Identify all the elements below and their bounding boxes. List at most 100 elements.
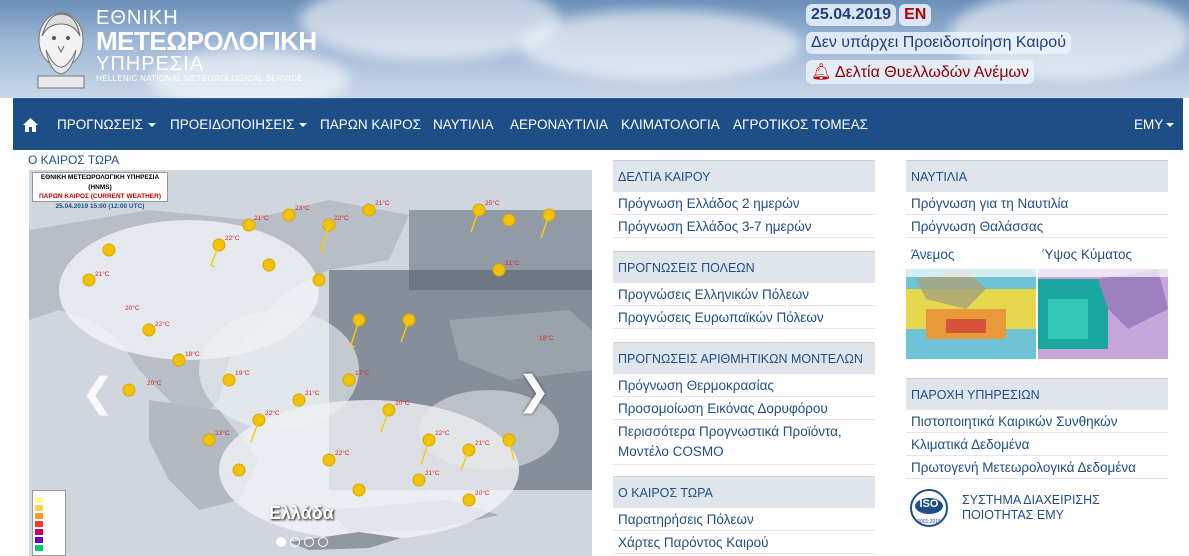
caret-down-icon xyxy=(1166,123,1175,128)
link-city-observations[interactable]: Παρατηρήσεις Πόλεων xyxy=(613,508,875,531)
svg-text:20°C: 20°C xyxy=(475,489,490,497)
quality-system-link[interactable]: ISO 9001:2015 ΣΥΣΤΗΜΑ ΔΙΑΧΕΙΡΙΣΗΣ ΠΟΙΟΤΗ… xyxy=(906,489,1168,533)
svg-text:21°C: 21°C xyxy=(95,270,110,278)
nav-emy-label: ΕΜΥ xyxy=(1134,117,1164,132)
map-banner-line1: ΕΘΝΙΚΗ ΜΕΤΕΩΡΟΛΟΓΙΚΗ ΥΠΗΡΕΣΙΑ (HNMS) xyxy=(40,174,160,191)
link-weather-certificates[interactable]: Πιστοποιητικά Καιρικών Συνθηκών xyxy=(906,410,1168,433)
panel-title: ΝΑΥΤΙΛΙΑ xyxy=(906,160,1168,192)
carousel-prev-button[interactable]: ❮ xyxy=(81,370,115,416)
home-button[interactable] xyxy=(23,99,38,151)
language-switch-link[interactable]: EN xyxy=(899,4,932,26)
weather-warning-link[interactable]: Δεν υπάρχει Προειδοποίηση Καιρού xyxy=(806,32,1071,54)
nav-emy-menu[interactable]: ΕΜΥ xyxy=(1134,99,1175,151)
nav-navigation[interactable]: ΝΑΥΤΙΛΙΑ xyxy=(433,99,494,151)
logo-line2: ΜΕΤΕΩΡΟΛΟΓΙΚΗ xyxy=(96,26,317,56)
link-temperature-forecast[interactable]: Πρόγνωση Θερμοκρασίας xyxy=(613,374,875,397)
iso-badge-sub: 9001:2015 xyxy=(917,519,941,525)
link-greek-cities[interactable]: Προγνώσεις Ελληνικών Πόλεων xyxy=(613,283,875,306)
wave-map-thumbnail[interactable] xyxy=(1038,269,1168,359)
sea-maps-grid: Άνεμος Ύψος Κύματος xyxy=(906,247,1168,359)
svg-text:22°C: 22°C xyxy=(435,429,450,437)
gale-bulletin-link[interactable]: 🔔︎ Δελτία Θυελλωδών Ανέμων xyxy=(806,60,1035,84)
quality-line1: ΣΥΣΤΗΜΑ ΔΙΑΧΕΙΡΙΣΗΣ xyxy=(962,493,1100,507)
iso-badge-icon: ISO 9001:2015 xyxy=(908,489,950,529)
svg-text:25°C: 25°C xyxy=(485,199,500,207)
carousel-indicators xyxy=(276,537,328,547)
header-info: 25.04.2019 EN Δεν υπάρχει Προειδοποίηση Κ… xyxy=(806,4,1071,84)
panel-title: ΠΑΡΟΧΗ ΥΠΗΡΕΣΙΩΝ xyxy=(906,378,1168,410)
link-cosmo-products[interactable]: Περισσότερα Προγνωστικά Προϊόντα, Μοντέλ… xyxy=(613,420,875,465)
svg-text:21°C: 21°C xyxy=(505,259,520,267)
nav-forecasts-label: ΠΡΟΓΝΩΣΕΙΣ xyxy=(57,117,143,132)
link-raw-met-data[interactable]: Πρωτογενή Μετεωρολογικά Δεδομένα xyxy=(906,456,1168,479)
svg-text:19°C: 19°C xyxy=(235,369,250,377)
carousel-dot-3[interactable] xyxy=(304,537,314,547)
site-logo-text[interactable]: ΕΘΝΙΚΗ ΜΕΤΕΩΡΟΛΟΓΙΚΗ ΥΠΗΡΕΣΙΑ HELLENIC N… xyxy=(96,8,317,84)
link-greece-3-7day[interactable]: Πρόγνωση Ελλάδος 3-7 ημερών xyxy=(613,215,875,238)
quality-system-text: ΣΥΣΤΗΜΑ ΔΙΑΧΕΙΡΙΣΗΣ ΠΟΙΟΤΗΤΑΣ ΕΜΥ xyxy=(962,493,1100,523)
link-satellite-simulation[interactable]: Προσομοίωση Εικόνας Δορυφόρου xyxy=(613,397,875,420)
home-icon xyxy=(23,118,38,133)
navigation-panel: ΝΑΥΤΙΛΙΑ Πρόγνωση για τη Ναυτιλία Πρόγνω… xyxy=(906,160,1168,359)
carousel-caption: Ελλάδα xyxy=(269,503,334,523)
services-panel: ΠΑΡΟΧΗ ΥΠΗΡΕΣΙΩΝ Πιστοποιητικά Καιρικών … xyxy=(906,378,1168,479)
carousel-dot-4[interactable] xyxy=(318,537,328,547)
wind-label: Άνεμος xyxy=(911,247,955,262)
map-banner-line2: ΠΑΡΩΝ ΚΑΙΡΟΣ (CURRENT WEATHER) xyxy=(38,193,161,200)
carousel-dot-1[interactable] xyxy=(276,537,286,547)
site-header: ΕΘΝΙΚΗ ΜΕΤΕΩΡΟΛΟΓΙΚΗ ΥΠΗΡΕΣΙΑ HELLENIC N… xyxy=(0,0,1189,98)
link-shipping-forecast[interactable]: Πρόγνωση για τη Ναυτιλία xyxy=(906,192,1168,215)
link-sea-forecast[interactable]: Πρόγνωση Θαλάσσας xyxy=(906,215,1168,238)
svg-text:22°C: 22°C xyxy=(265,409,280,417)
svg-text:17°C: 17°C xyxy=(355,369,370,377)
main-navbar: ΠΡΟΓΝΩΣΕΙΣ ΠΡΟΕΙΔΟΠΟΙΗΣΕΙΣ ΠΑΡΩΝ ΚΑΙΡΟΣ … xyxy=(13,98,1183,150)
svg-text:20°C: 20°C xyxy=(125,304,140,312)
svg-text:22°C: 22°C xyxy=(225,234,240,242)
gale-bulletin-label: Δελτία Θυελλωδών Ανέμων xyxy=(834,64,1030,81)
svg-text:20°C: 20°C xyxy=(395,399,410,407)
link-current-weather-maps[interactable]: Χάρτες Παρόντος Καιρού xyxy=(613,531,875,554)
logo-line3: ΥΠΗΡΕΣΙΑ xyxy=(96,53,205,75)
wind-map-thumbnail[interactable] xyxy=(906,269,1036,359)
svg-text:21°C: 21°C xyxy=(475,439,490,447)
panel-title: ΠΡΟΓΝΩΣΕΙΣ ΠΟΛΕΩΝ xyxy=(613,251,875,283)
nav-climatology[interactable]: ΚΛΙΜΑΤΟΛΟΓΙΑ xyxy=(621,99,720,151)
weather-map-image: 22°C 21°C 23°C 22°C 21°C 25°C 20°C 22°C 18°C 19… xyxy=(29,170,592,556)
logo-line4: HELLENIC NATIONAL METEOROLOGICAL SERVICE xyxy=(96,74,303,83)
carousel-dot-2[interactable] xyxy=(290,537,300,547)
svg-text:23°C: 23°C xyxy=(215,429,230,437)
svg-text:22°C: 22°C xyxy=(335,449,350,457)
nav-agriculture[interactable]: ΑΓΡΟΤΙΚΟΣ ΤΟΜΕΑΣ xyxy=(733,99,868,151)
svg-text:22°C: 22°C xyxy=(155,320,170,328)
svg-text:20°C: 20°C xyxy=(147,379,162,387)
city-forecasts-panel: ΠΡΟΓΝΩΣΕΙΣ ΠΟΛΕΩΝ Προγνώσεις Ελληνικών Π… xyxy=(613,251,875,329)
svg-text:21°C: 21°C xyxy=(254,214,269,222)
current-date: 25.04.2019 xyxy=(806,4,897,26)
svg-text:21°C: 21°C xyxy=(375,199,390,207)
svg-text:22°C: 22°C xyxy=(334,214,349,222)
weather-bulletins-panel: ΔΕΛΤΙΑ ΚΑΙΡΟΥ Πρόγνωση Ελλάδος 2 ημερών … xyxy=(613,160,875,238)
nav-forecasts[interactable]: ΠΡΟΓΝΩΣΕΙΣ xyxy=(57,99,156,151)
svg-text:18°C: 18°C xyxy=(185,350,200,358)
nav-current-weather[interactable]: ΠΑΡΩΝ ΚΑΙΡΟΣ xyxy=(320,99,421,151)
aristotle-bust-logo[interactable] xyxy=(28,6,94,90)
link-climate-data[interactable]: Κλιματικά Δεδομένα xyxy=(906,433,1168,456)
link-european-cities[interactable]: Προγνώσεις Ευρωπαϊκών Πόλεων xyxy=(613,306,875,329)
weather-now-title: Ο ΚΑΙΡΟΣ ΤΩΡΑ xyxy=(28,153,120,167)
panel-title: ΔΕΛΤΙΑ ΚΑΙΡΟΥ xyxy=(613,160,875,192)
panel-title: Ο ΚΑΙΡΟΣ ΤΩΡΑ xyxy=(613,476,875,508)
iso-badge-text: ISO xyxy=(919,498,939,510)
legend-swatches xyxy=(35,497,43,551)
bell-icon: 🔔︎ xyxy=(811,64,832,81)
carousel-next-button[interactable]: ❯ xyxy=(517,368,551,414)
quality-line2: ΠΟΙΟΤΗΤΑΣ ΕΜΥ xyxy=(962,508,1064,522)
caret-down-icon xyxy=(147,123,156,128)
svg-text:18°C: 18°C xyxy=(539,334,554,342)
nav-aeronautics[interactable]: ΑΕΡΟΝΑΥΤΙΛΙΑ xyxy=(510,99,608,151)
map-banner-line3: 25.04.2019 15:00 (12:00 UTC) xyxy=(55,202,145,210)
nav-warnings-label: ΠΡΟΕΙΔΟΠΟΙΗΣΕΙΣ xyxy=(170,117,295,132)
panel-title: ΠΡΟΓΝΩΣΕΙΣ ΑΡΙΘΜΗΤΙΚΩΝ ΜΟΝΤΕΛΩΝ xyxy=(613,342,875,374)
link-greece-2day[interactable]: Πρόγνωση Ελλάδος 2 ημερών xyxy=(613,192,875,215)
nav-warnings[interactable]: ΠΡΟΕΙΔΟΠΟΙΗΣΕΙΣ xyxy=(170,99,308,151)
weather-map-carousel[interactable]: 22°C 21°C 23°C 22°C 21°C 25°C 20°C 22°C 18°C 19… xyxy=(29,170,592,556)
